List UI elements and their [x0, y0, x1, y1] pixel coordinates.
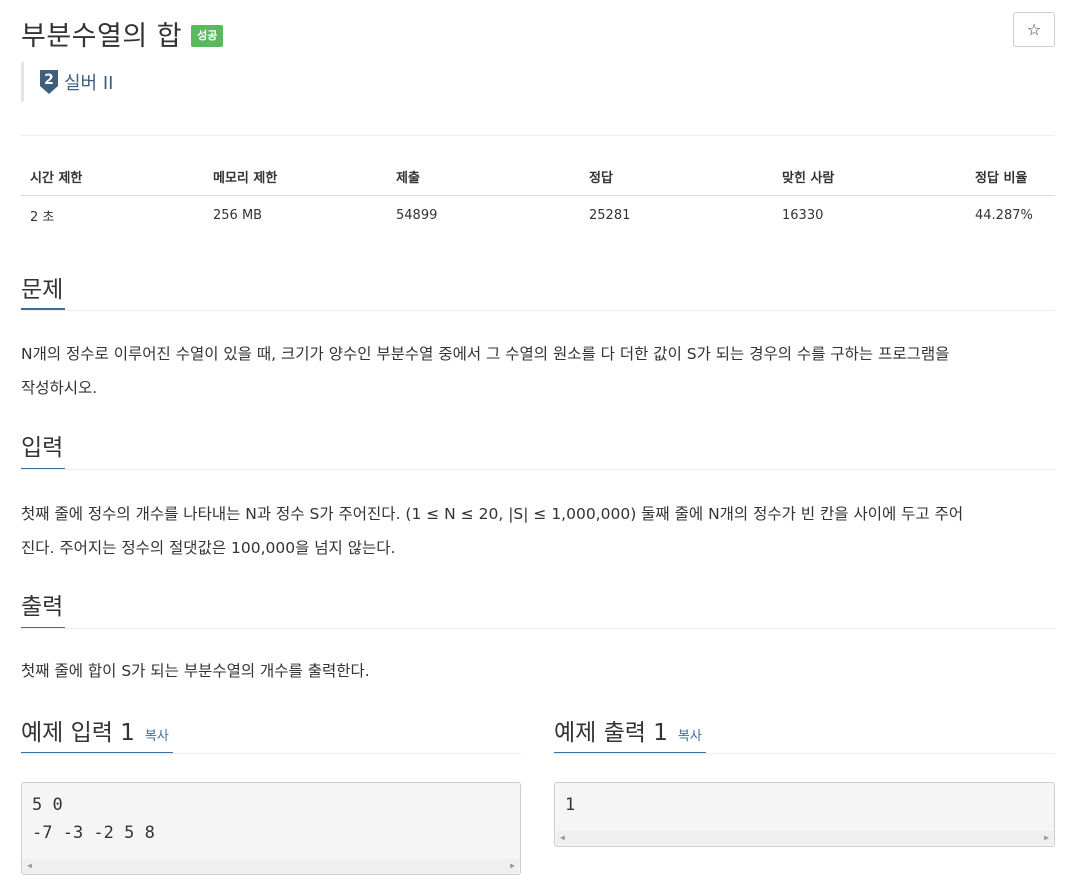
scroll-left-icon[interactable]: ◀ [560, 833, 565, 842]
input-line: 첫째 줄에 정수의 개수를 나타내는 N과 정수 S가 주어진다. (1 ≤ N… [21, 505, 964, 523]
value-time-limit: 2 초 [30, 209, 55, 225]
section-input-title: 입력 [21, 428, 65, 470]
info-header-row: 시간 제한 메모리 제한 제출 정답 맞힌 사람 정답 비율 [21, 157, 1055, 196]
section-input-label: 입력 [21, 435, 64, 461]
problem-info-table: 시간 제한 메모리 제한 제출 정답 맞힌 사람 정답 비율 2 초 256 M… [21, 157, 1055, 234]
header-memory-limit: 메모리 제한 [204, 157, 387, 196]
input-line: 진다. 주어지는 정수의 절댓값은 100,000을 넘지 않는다. [21, 539, 396, 557]
scroll-right-icon[interactable]: ▶ [1044, 833, 1049, 842]
problem-description: N개의 정수로 이루어진 수열이 있을 때, 크기가 양수인 부분수열 중에서 … [21, 337, 1055, 405]
divider [21, 135, 1055, 136]
example-divider [554, 753, 1055, 754]
example-input-title: 예제 입력 1 복사 [21, 713, 169, 747]
sample-output-line: 1 [565, 795, 576, 815]
info-value-row: 2 초 256 MB 54899 25281 16330 44.287% [21, 196, 1055, 235]
section-divider [21, 628, 1055, 629]
copy-output-button[interactable]: 복사 [678, 725, 702, 744]
value-accept-rate: 44.287% [975, 207, 1033, 223]
input-description: 첫째 줄에 정수의 개수를 나타내는 N과 정수 S가 주어진다. (1 ≤ N… [21, 497, 1055, 565]
header-solvers: 맞힌 사람 [773, 157, 966, 196]
horizontal-scrollbar[interactable]: ◀ ▶ [23, 859, 519, 873]
title-row: 부분수열의 합 성공 [21, 14, 224, 53]
star-icon: ☆ [1026, 20, 1042, 39]
problem-line: N개의 정수로 이루어진 수열이 있을 때, 크기가 양수인 부분수열 중에서 … [21, 345, 950, 363]
output-line: 첫째 줄에 합이 S가 되는 부분수열의 개수를 출력한다. [21, 662, 370, 680]
star-button[interactable]: ☆ [1013, 12, 1055, 47]
example-input-label: 예제 입력 1 [21, 720, 135, 746]
horizontal-scrollbar[interactable]: ◀ ▶ [556, 831, 1053, 845]
sample-input-box[interactable]: 5 0 -7 -3 -2 5 8 ◀ ▶ [21, 782, 521, 875]
section-divider [21, 310, 1055, 311]
scroll-left-icon[interactable]: ◀ [27, 861, 32, 870]
problem-line: 작성하시오. [21, 379, 98, 397]
value-solvers: 16330 [782, 207, 824, 223]
value-memory-limit: 256 MB [213, 207, 263, 223]
value-submissions: 54899 [396, 207, 438, 223]
example-divider [21, 753, 521, 754]
section-problem-label: 문제 [21, 277, 64, 303]
example-output-label: 예제 출력 1 [554, 720, 668, 746]
copy-input-button[interactable]: 복사 [145, 725, 169, 744]
header-accepted: 정답 [580, 157, 773, 196]
header-submissions: 제출 [387, 157, 580, 196]
header-accept-rate: 정답 비율 [966, 157, 1055, 196]
section-divider [21, 469, 1055, 470]
header-time-limit: 시간 제한 [21, 157, 204, 196]
problem-title: 부분수열의 합 [21, 21, 183, 52]
section-problem-title: 문제 [21, 270, 65, 310]
section-output-label: 출력 [21, 594, 64, 620]
tier-badge-icon: 2 [40, 70, 58, 94]
output-description: 첫째 줄에 합이 S가 되는 부분수열의 개수를 출력한다. [21, 654, 1055, 688]
status-badge: 성공 [191, 25, 224, 47]
sample-output-box[interactable]: 1 ◀ ▶ [554, 782, 1055, 847]
scroll-right-icon[interactable]: ▶ [510, 861, 515, 870]
sample-input-line: 5 0 [32, 795, 63, 815]
section-output-title: 출력 [21, 587, 65, 629]
sample-input-line: -7 -3 -2 5 8 [32, 823, 155, 843]
tier-indicator[interactable]: 2 실버 II [21, 62, 113, 102]
tier-label: 실버 II [64, 73, 114, 94]
value-accepted: 25281 [589, 207, 631, 223]
example-output-title: 예제 출력 1 복사 [554, 713, 702, 747]
tier-number: 2 [44, 72, 54, 88]
